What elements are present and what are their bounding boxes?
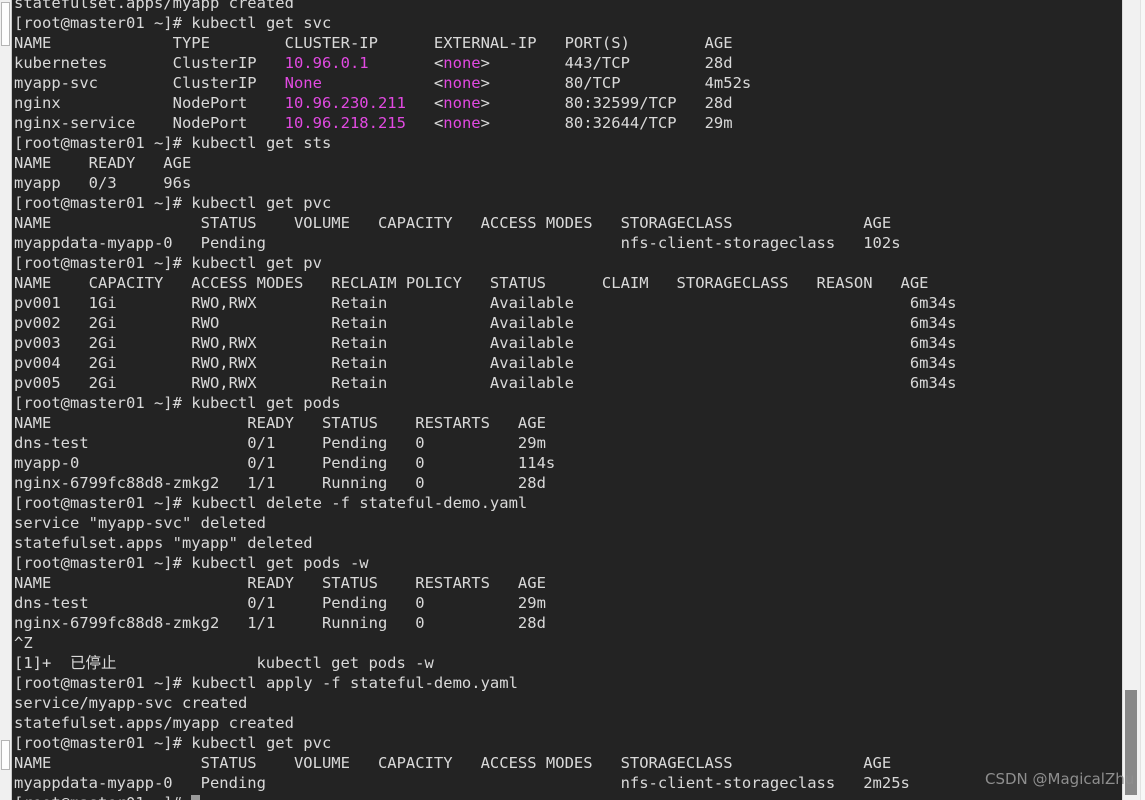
terminal-line: NAME READY AGE [14, 154, 192, 172]
terminal-line: [root@master01 ~]# kubectl get pvc [14, 194, 332, 212]
terminal-line: kubernetes ClusterIP 10.96.0.1 <none> 44… [14, 54, 733, 72]
terminal-line: myapp-svc ClusterIP None <none> 80/TCP 4… [14, 74, 752, 92]
terminal-line: nginx-6799fc88d8-zmkg2 1/1 Running 0 28d [14, 614, 546, 632]
terminal-line: [root@master01 ~]# kubectl get pods -w [14, 554, 369, 572]
left-scrollbar[interactable] [0, 0, 12, 800]
terminal-output: statefulset.apps/myapp created [root@mast… [12, 0, 1122, 800]
terminal-window[interactable]: statefulset.apps/myapp created [root@mast… [12, 0, 1122, 800]
terminal-line: service "myapp-svc" deleted [14, 514, 266, 532]
terminal-line: pv001 1Gi RWO,RWX Retain Available 6m34s [14, 294, 957, 312]
right-scrollbar-edge [1140, 0, 1145, 800]
terminal-line: ^Z [14, 634, 33, 652]
terminal-line: statefulset.apps/myapp created [14, 0, 294, 12]
terminal-line: NAME STATUS VOLUME CAPACITY ACCESS MODES… [14, 754, 892, 772]
terminal-line: statefulset.apps "myapp" deleted [14, 534, 313, 552]
terminal-line: NAME CAPACITY ACCESS MODES RECLAIM POLIC… [14, 274, 929, 292]
terminal-line: [root@master01 ~]# kubectl delete -f sta… [14, 494, 528, 512]
terminal-line: myappdata-myapp-0 Pending nfs-client-sto… [14, 774, 910, 792]
terminal-line: pv005 2Gi RWO,RWX Retain Available 6m34s [14, 374, 957, 392]
terminal-line: dns-test 0/1 Pending 0 29m [14, 434, 546, 452]
terminal-line: myapp 0/3 96s [14, 174, 192, 192]
terminal-line: myapp-0 0/1 Pending 0 114s [14, 454, 556, 472]
terminal-line: [root@master01 ~]# kubectl get sts [14, 134, 332, 152]
terminal-line: dns-test 0/1 Pending 0 29m [14, 594, 546, 612]
terminal-line: statefulset.apps/myapp created [14, 714, 294, 732]
right-scrollbar-track[interactable] [1123, 0, 1139, 800]
watermark-text: CSDN @MagicalZhu [985, 770, 1135, 788]
screenshot-root: statefulset.apps/myapp created [root@mast… [0, 0, 1145, 800]
terminal-line: myappdata-myapp-0 Pending nfs-client-sto… [14, 234, 901, 252]
terminal-line: [root@master01 ~]# [12, 793, 1122, 800]
terminal-line: [root@master01 ~]# kubectl get pods [14, 394, 341, 412]
terminal-line: [1]+ 已停止 kubectl get pods -w [14, 654, 434, 672]
terminal-line: [root@master01 ~]# kubectl get pv [14, 254, 322, 272]
terminal-line: NAME READY STATUS RESTARTS AGE [14, 574, 546, 592]
terminal-line: service/myapp-svc created [14, 694, 248, 712]
terminal-line: nginx-service NodePort 10.96.218.215 <no… [14, 114, 733, 132]
terminal-line: pv002 2Gi RWO Retain Available 6m34s [14, 314, 957, 332]
terminal-cursor [191, 795, 201, 800]
right-scrollbar[interactable] [1122, 0, 1145, 800]
terminal-line: pv004 2Gi RWO,RWX Retain Available 6m34s [14, 354, 957, 372]
terminal-line: nginx-6799fc88d8-zmkg2 1/1 Running 0 28d [14, 474, 546, 492]
terminal-line: nginx NodePort 10.96.230.211 <none> 80:3… [14, 94, 733, 112]
terminal-line: [root@master01 ~]# kubectl get pvc [14, 734, 332, 752]
left-scrollbar-thumb-top[interactable] [1, 2, 10, 46]
terminal-line: pv003 2Gi RWO,RWX Retain Available 6m34s [14, 334, 957, 352]
terminal-line: [root@master01 ~]# kubectl get svc [14, 14, 332, 32]
terminal-line: NAME TYPE CLUSTER-IP EXTERNAL-IP PORT(S)… [14, 34, 733, 52]
left-scrollbar-thumb-bottom[interactable] [1, 740, 10, 770]
terminal-line: NAME READY STATUS RESTARTS AGE [14, 414, 546, 432]
terminal-line: [root@master01 ~]# kubectl apply -f stat… [14, 674, 518, 692]
terminal-line: NAME STATUS VOLUME CAPACITY ACCESS MODES… [14, 214, 892, 232]
